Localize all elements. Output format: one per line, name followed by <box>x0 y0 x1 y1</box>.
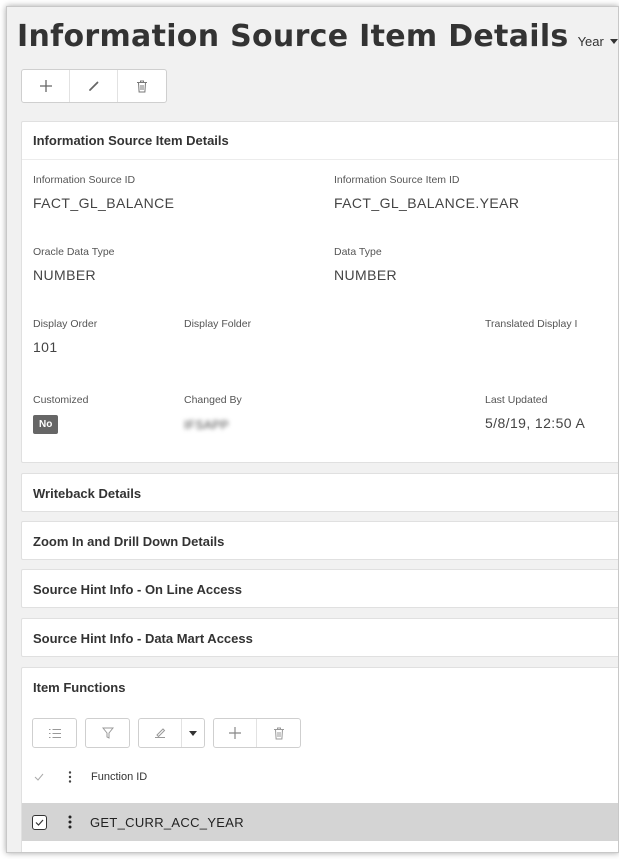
field-value: NUMBER <box>33 267 97 283</box>
zoom-drilldown-section-header[interactable]: Zoom In and Drill Down Details <box>22 522 618 560</box>
field-label: Display Folder <box>184 318 252 330</box>
bulk-edit-dropdown[interactable] <box>182 719 204 747</box>
last-updated-field[interactable]: Last Updated 5/8/19, 12:50 A <box>485 394 585 431</box>
field-value: 101 <box>33 339 58 355</box>
list-icon <box>48 728 61 738</box>
list-view-button[interactable] <box>33 719 76 747</box>
function-id-cell: GET_CURR_ACC_YEAR <box>90 814 244 830</box>
writeback-section[interactable]: Writeback Details <box>21 473 618 512</box>
bulk-edit-button[interactable] <box>139 719 182 747</box>
details-panel-header[interactable]: Information Source Item Details <box>22 122 618 160</box>
checkmark-icon <box>34 773 44 781</box>
details-panel: Information Source Item Details Informat… <box>21 121 618 463</box>
select-all-check[interactable] <box>22 773 56 781</box>
chevron-down-icon <box>189 730 197 736</box>
filter-button[interactable] <box>86 719 129 747</box>
field-value: FACT_GL_BALANCE <box>33 195 175 211</box>
context-selector[interactable]: Year <box>578 34 618 49</box>
field-label: Information Source Item ID <box>334 174 460 186</box>
online-access-section[interactable]: Source Hint Info - On Line Access <box>21 569 618 608</box>
customized-badge: No <box>33 415 59 434</box>
column-menu[interactable] <box>56 771 84 783</box>
field-label: Oracle Data Type <box>33 246 115 258</box>
row-checkbox[interactable] <box>31 814 47 830</box>
zoom-drilldown-section[interactable]: Zoom In and Drill Down Details <box>21 521 618 560</box>
chevron-down-icon <box>609 39 618 44</box>
item-functions-section: Item Functions Function ID GET_CURR_ACC_… <box>21 667 618 852</box>
field-label: Changed By <box>184 394 242 406</box>
field-label: Information Source ID <box>33 174 136 186</box>
item-functions-toolbar <box>32 718 301 748</box>
new-button[interactable] <box>22 70 70 102</box>
writeback-section-header[interactable]: Writeback Details <box>22 474 618 512</box>
display-folder-field[interactable]: Display Folder <box>184 318 251 339</box>
edit-button[interactable] <box>70 70 118 102</box>
column-header-function-id[interactable]: Function ID <box>91 771 147 783</box>
add-function-button[interactable] <box>214 719 257 747</box>
data-type-field[interactable]: Data Type NUMBER <box>334 246 397 283</box>
field-label: Data Type <box>334 246 382 258</box>
grid-header: Function ID <box>22 762 618 792</box>
info-source-id-field[interactable]: Information Source ID FACT_GL_BALANCE <box>33 174 174 211</box>
customized-field[interactable]: Customized No <box>33 394 88 434</box>
filter-icon <box>101 727 114 739</box>
page-title: Information Source Item Details <box>17 19 569 54</box>
command-bar <box>21 69 167 103</box>
checkmark-icon <box>35 819 43 826</box>
pencil-icon <box>88 81 98 91</box>
plus-icon <box>39 80 52 92</box>
more-vertical-icon <box>68 815 72 829</box>
field-value: NUMBER <box>334 267 398 283</box>
field-value: IFSAPP <box>184 418 230 432</box>
online-access-section-header[interactable]: Source Hint Info - On Line Access <box>22 570 618 608</box>
plus-icon <box>229 727 241 739</box>
item-functions-header[interactable]: Item Functions <box>22 668 618 706</box>
delete-button[interactable] <box>118 70 166 102</box>
trash-icon <box>137 80 147 92</box>
data-mart-access-section[interactable]: Source Hint Info - Data Mart Access <box>21 618 618 657</box>
table-row[interactable]: GET_CURR_ACC_YEAR <box>22 803 618 841</box>
display-order-field[interactable]: Display Order 101 <box>33 318 97 355</box>
info-source-item-id-field[interactable]: Information Source Item ID FACT_GL_BALAN… <box>334 174 519 211</box>
field-label: Last Updated <box>485 394 548 406</box>
row-menu[interactable] <box>56 815 84 829</box>
field-label: Translated Display I <box>485 318 578 330</box>
bulk-edit-icon <box>154 728 165 738</box>
field-label: Customized <box>33 394 89 406</box>
data-mart-access-section-header[interactable]: Source Hint Info - Data Mart Access <box>22 619 618 657</box>
field-label: Display Order <box>33 318 98 330</box>
field-value: 5/8/19, 12:50 A <box>485 415 586 431</box>
changed-by-field[interactable]: Changed By IFSAPP <box>184 394 242 432</box>
more-vertical-icon <box>68 771 72 783</box>
oracle-data-type-field[interactable]: Oracle Data Type NUMBER <box>33 246 115 283</box>
trash-icon <box>273 727 284 739</box>
page-frame: Information Source Item Details Year Inf… <box>6 6 619 853</box>
delete-function-button[interactable] <box>257 719 300 747</box>
translated-display-field[interactable]: Translated Display I <box>485 318 577 339</box>
field-value: FACT_GL_BALANCE.YEAR <box>334 195 520 211</box>
context-selector-value: Year <box>577 34 604 49</box>
title-row: Information Source Item Details Year <box>17 19 618 54</box>
